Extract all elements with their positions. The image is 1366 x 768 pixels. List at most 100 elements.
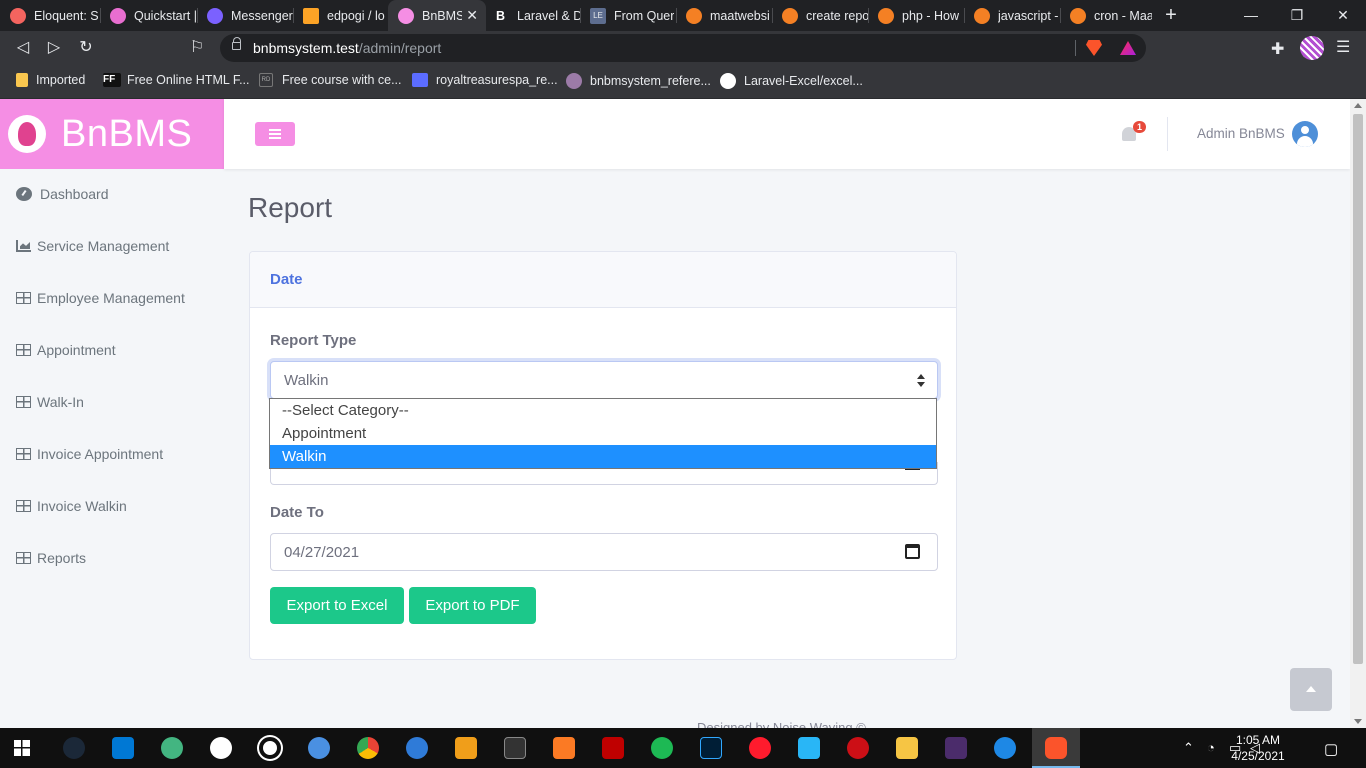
file-explorer-icon[interactable] — [896, 737, 918, 759]
export-pdf-button[interactable]: Export to PDF — [409, 587, 536, 624]
laravel-excel-icon: LE — [590, 7, 606, 24]
bookmark-free-course[interactable]: RD Free course with ce... — [259, 73, 402, 87]
tab-title: create repo — [806, 8, 868, 23]
obs-icon[interactable] — [259, 737, 281, 759]
export-excel-button[interactable]: Export to Excel — [270, 587, 404, 624]
filezilla-icon[interactable] — [602, 737, 624, 759]
dropdown-option-select-category[interactable]: --Select Category-- — [270, 399, 936, 422]
bookmark-star-icon[interactable]: ⚐ — [186, 37, 208, 59]
browser-tab-eloquent[interactable]: Eloquent: S — [0, 0, 100, 31]
sidebar-item-walk-in[interactable]: Walk-In — [16, 394, 84, 410]
date-to-input[interactable]: 04/27/2021 — [270, 533, 938, 571]
windows-start-icon[interactable] — [14, 740, 30, 756]
page-scrollbar[interactable] — [1350, 99, 1366, 728]
scroll-to-top-button[interactable] — [1290, 668, 1332, 711]
wifi-icon[interactable]: ◔ — [1207, 740, 1215, 755]
browser-tab-php-how[interactable]: php - How — [868, 0, 964, 31]
profile-avatar[interactable] — [1300, 36, 1324, 60]
spotify-icon[interactable] — [651, 737, 673, 759]
phpstorm-icon[interactable] — [945, 737, 967, 759]
browser-tab-javascript[interactable]: javascript - — [964, 0, 1060, 31]
brand-logo-icon — [8, 115, 46, 153]
folder-icon — [16, 73, 28, 87]
browser-tab-bnbms-active[interactable]: BnBMS ✕ — [388, 0, 486, 31]
app-icon[interactable] — [210, 737, 232, 759]
sublime-icon[interactable] — [455, 737, 477, 759]
page-title: Report — [248, 192, 333, 223]
report-type-select[interactable]: Walkin — [270, 361, 938, 399]
photoshop-icon[interactable] — [700, 737, 722, 759]
app-icon[interactable] — [308, 737, 330, 759]
dropdown-option-walkin[interactable]: Walkin — [270, 445, 936, 468]
terminal-icon[interactable] — [504, 737, 526, 759]
bookmark-label: royaltreasurespa_re... — [436, 73, 558, 87]
steam-icon[interactable] — [63, 737, 85, 759]
calendar-icon[interactable] — [905, 544, 920, 559]
clock-date: 4/25/2021 — [1231, 749, 1285, 763]
back-button[interactable]: ◁ — [12, 37, 34, 59]
sidebar-item-service-management[interactable]: Service Management — [16, 238, 169, 254]
browser-tab-quickstart[interactable]: Quickstart | — [100, 0, 197, 31]
minimize-button[interactable]: — — [1228, 0, 1274, 31]
browser-tab-laravel[interactable]: B Laravel & D — [486, 0, 580, 31]
bookmark-free-online-html[interactable]: FF Free Online HTML F... — [103, 73, 250, 87]
close-tab-icon[interactable]: ✕ — [466, 7, 478, 24]
tray-chevron-icon[interactable]: ⌃ — [1183, 740, 1194, 756]
brave-rewards-icon[interactable] — [1120, 41, 1136, 55]
firefox-dev-icon[interactable] — [406, 737, 428, 759]
vscode-icon[interactable] — [112, 737, 134, 759]
sidebar-item-employee-management[interactable]: Employee Management — [16, 290, 185, 306]
extensions-icon[interactable]: ✚ — [1271, 39, 1284, 59]
bookmark-label: Imported — [36, 73, 86, 87]
browser-tab-messenger[interactable]: Messenger — [197, 0, 293, 31]
opera-icon[interactable] — [749, 737, 771, 759]
chrome-icon[interactable] — [357, 737, 379, 759]
address-bar[interactable]: bnbmsystem.test/admin/report — [220, 34, 1146, 62]
brave-icon[interactable] — [1045, 737, 1067, 759]
notifications-icon[interactable]: ▢ — [1324, 740, 1338, 758]
sidebar-item-reports[interactable]: Reports — [16, 550, 86, 566]
brave-shields-icon[interactable] — [1086, 40, 1102, 56]
sidebar-toggle-button[interactable] — [255, 122, 295, 146]
scrollbar-thumb[interactable] — [1353, 114, 1363, 664]
table-icon — [16, 552, 31, 564]
bookmark-imported[interactable]: Imported — [16, 73, 85, 87]
bookmark-bnbmsystem-ref[interactable]: bnbmsystem_refere... — [566, 73, 711, 89]
browser-tab-from-query[interactable]: LE From Quer — [580, 0, 676, 31]
close-window-button[interactable]: ✕ — [1320, 0, 1366, 31]
browser-tab-gitlab[interactable]: edpogi / lo — [293, 0, 388, 31]
app-icon[interactable] — [161, 737, 183, 759]
reload-button[interactable]: ↻ — [75, 37, 97, 59]
scroll-up-icon[interactable] — [1354, 103, 1362, 108]
new-tab-button[interactable]: + — [1160, 4, 1182, 26]
sidebar-item-label: Dashboard — [40, 186, 109, 202]
app-icon[interactable] — [994, 737, 1016, 759]
browser-tab-cron[interactable]: cron - Maa — [1060, 0, 1152, 31]
browser-tab-maatwebsite[interactable]: maatwebsi — [676, 0, 772, 31]
url-path: /admin/report — [358, 40, 442, 56]
dropdown-option-appointment[interactable]: Appointment — [270, 422, 936, 445]
brand-header[interactable]: BnBMS — [0, 99, 224, 169]
card-header-title: Date — [270, 271, 303, 288]
xampp-icon[interactable] — [553, 737, 575, 759]
scroll-down-icon[interactable] — [1354, 719, 1362, 724]
restore-button[interactable]: ❐ — [1274, 0, 1320, 31]
app-icon[interactable] — [798, 737, 820, 759]
sidebar-item-appointment[interactable]: Appointment — [16, 342, 116, 358]
user-avatar-icon[interactable] — [1292, 121, 1318, 147]
ff-icon: FF — [103, 73, 121, 87]
taskbar-clock[interactable]: 1:05 AM 4/25/2021 — [1228, 732, 1288, 764]
bookmark-royaltreasurespa[interactable]: royaltreasurespa_re... — [412, 73, 558, 87]
sidebar-item-dashboard[interactable]: Dashboard — [16, 186, 109, 202]
forward-button[interactable]: ▷ — [43, 37, 65, 59]
sidebar-item-invoice-walkin[interactable]: Invoice Walkin — [16, 498, 127, 514]
bookmark-laravel-excel[interactable]: Laravel-Excel/excel... — [720, 73, 863, 89]
bootstrap-icon: B — [496, 8, 506, 23]
sidebar-item-invoice-appointment[interactable]: Invoice Appointment — [16, 446, 163, 462]
sidebar-item-label: Appointment — [37, 342, 116, 358]
windows-taskbar: ⌃ ◔ ▭ ◁ 1:05 AM 4/25/2021 ▢ — [0, 728, 1366, 768]
browser-tab-create-report[interactable]: create repo — [772, 0, 868, 31]
browser-menu-icon[interactable]: ☰ — [1336, 37, 1350, 57]
user-name[interactable]: Admin BnBMS — [1197, 126, 1285, 141]
opera-gx-icon[interactable] — [847, 737, 869, 759]
